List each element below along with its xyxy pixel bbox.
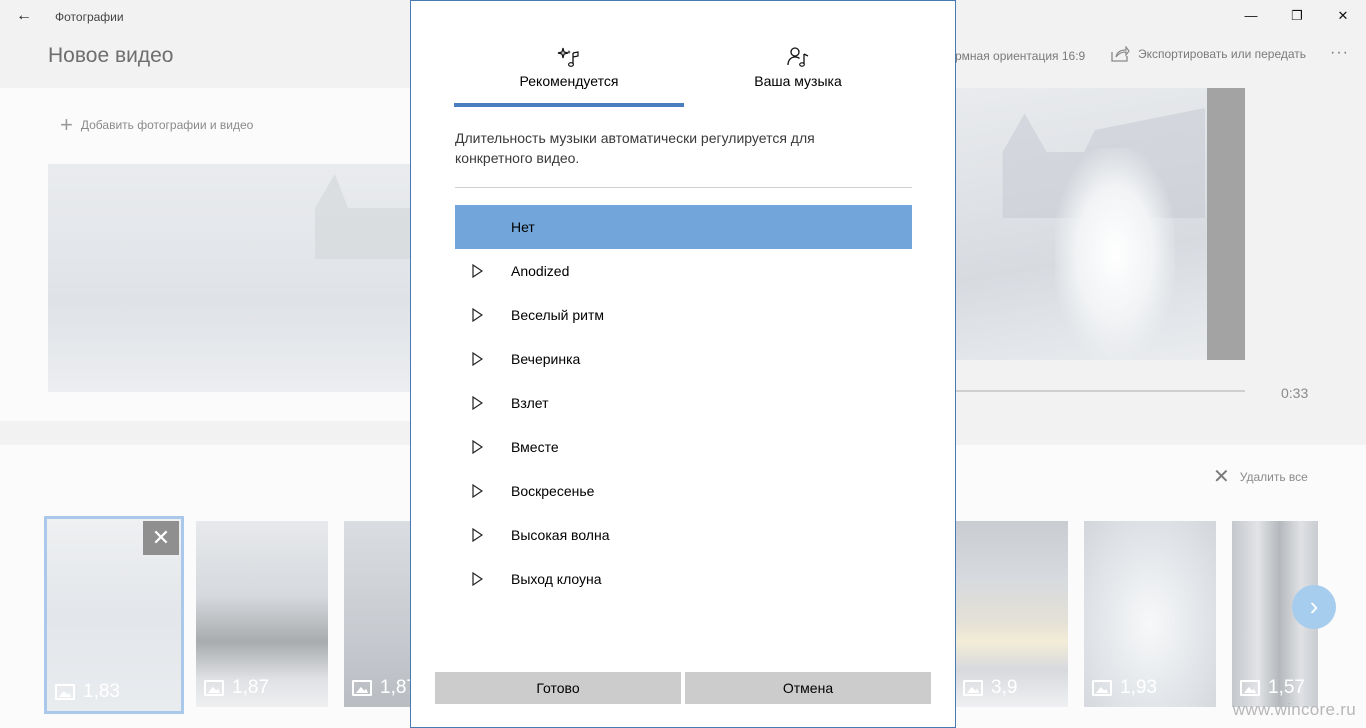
track-name: Вместе xyxy=(511,439,559,455)
minimize-button[interactable]: — xyxy=(1228,0,1274,32)
tab-your-music-label: Ваша музыка xyxy=(754,73,842,89)
storyboard-clip[interactable]: 1,93 xyxy=(1084,521,1216,707)
image-icon xyxy=(55,684,75,700)
close-button[interactable]: ✕ xyxy=(1320,0,1366,32)
storyboard-clip[interactable]: ✕ 1,83 xyxy=(44,516,184,714)
export-button[interactable]: Экспортировать или передать xyxy=(1110,46,1306,62)
track-name: Нет xyxy=(511,219,535,235)
clip-duration: 1,57 xyxy=(1240,677,1305,699)
track-item[interactable]: Взлет xyxy=(455,381,912,425)
track-item[interactable]: Anodized xyxy=(455,249,912,293)
clip-duration-value: 3,9 xyxy=(991,677,1018,698)
image-icon xyxy=(1240,680,1260,696)
clip-duration: 1,87 xyxy=(204,677,269,699)
track-item[interactable]: Вечеринка xyxy=(455,337,912,381)
clip-duration: 1,83 xyxy=(55,681,120,703)
play-icon[interactable] xyxy=(472,572,483,586)
play-icon[interactable] xyxy=(472,440,483,454)
track-name: Вечеринка xyxy=(511,351,581,367)
add-media-button[interactable]: + Добавить фотографии и видео xyxy=(60,112,254,137)
image-icon xyxy=(1092,680,1112,696)
play-icon[interactable] xyxy=(472,396,483,410)
track-item[interactable]: Веселый ритм xyxy=(455,293,912,337)
delete-all-label: Удалить все xyxy=(1239,470,1308,484)
house-silhouette xyxy=(315,174,414,259)
back-button[interactable]: ← xyxy=(8,4,40,28)
track-item[interactable]: Выход клоуна xyxy=(455,557,912,601)
video-preview[interactable] xyxy=(955,88,1245,360)
add-media-label: Добавить фотографии и видео xyxy=(80,118,254,132)
track-name: Выход клоуна xyxy=(511,571,602,587)
clip-duration: 3,9 xyxy=(963,677,1017,699)
clip-duration-value: 1,57 xyxy=(1268,677,1305,698)
app-name: Фотографии xyxy=(55,10,124,24)
clip-duration-value: 1,93 xyxy=(1120,677,1157,698)
scroll-next-button[interactable]: › xyxy=(1292,585,1336,629)
remove-clip-button[interactable]: ✕ xyxy=(143,521,179,555)
image-icon xyxy=(963,680,983,696)
export-label: Экспортировать или передать xyxy=(1138,47,1307,61)
storyboard-clip[interactable]: 1,87 xyxy=(196,521,328,707)
background-music-dialog: Рекомендуется Ваша музыка Длительность м… xyxy=(410,0,956,728)
playback-scrubber[interactable] xyxy=(955,390,1245,392)
image-icon xyxy=(352,680,372,696)
clip-duration: 1,87 xyxy=(352,677,410,699)
image-icon xyxy=(204,680,224,696)
more-options-button[interactable]: ··· xyxy=(1330,44,1349,62)
play-icon[interactable] xyxy=(472,308,483,322)
storyboard-clip[interactable]: 3,9 xyxy=(955,521,1068,707)
clip-duration-value: 1,87 xyxy=(380,677,410,698)
maximize-button[interactable]: ❐ xyxy=(1274,0,1320,32)
clip-duration-value: 1,83 xyxy=(83,681,120,702)
preview-letterbox xyxy=(1207,88,1245,360)
storyboard-clip[interactable]: 1,87 xyxy=(344,521,410,707)
track-item[interactable]: Воскресенье xyxy=(455,469,912,513)
clip-duration: 1,93 xyxy=(1092,677,1157,699)
track-name: Взлет xyxy=(511,395,549,411)
sparkle-music-icon xyxy=(557,47,579,67)
clip-duration-value: 1,87 xyxy=(232,677,269,698)
page-title: Новое видео xyxy=(48,44,174,67)
tab-recommended[interactable]: Рекомендуется xyxy=(454,45,684,105)
divider xyxy=(455,187,912,188)
total-duration: 0:33 xyxy=(1281,385,1309,401)
track-name: Веселый ритм xyxy=(511,307,605,323)
track-name: Anodized xyxy=(511,263,570,279)
frosted-plant xyxy=(1055,148,1175,360)
play-icon[interactable] xyxy=(472,264,483,278)
cancel-button[interactable]: Отмена xyxy=(685,672,931,704)
music-track-list: Нет Anodized Веселый ритм Вечеринка Взле… xyxy=(455,205,912,601)
aspect-ratio-button[interactable]: рмная ориентация 16:9 xyxy=(955,49,1085,63)
delete-all-button[interactable]: ✕ Удалить все xyxy=(1213,466,1308,488)
play-icon[interactable] xyxy=(472,352,483,366)
person-music-icon xyxy=(787,47,809,67)
plus-icon: + xyxy=(60,112,73,137)
dialog-description: Длительность музыки автоматически регули… xyxy=(455,130,815,166)
track-name: Воскресенье xyxy=(511,483,595,499)
share-icon xyxy=(1111,46,1130,62)
track-name: Высокая волна xyxy=(511,527,610,543)
play-icon[interactable] xyxy=(472,484,483,498)
track-item[interactable]: Высокая волна xyxy=(455,513,912,557)
track-item-none[interactable]: Нет xyxy=(455,205,912,249)
tab-your-music[interactable]: Ваша музыка xyxy=(683,45,913,105)
active-tab-indicator xyxy=(454,103,684,107)
play-icon[interactable] xyxy=(472,528,483,542)
watermark: www.wincore.ru xyxy=(1232,700,1356,719)
project-thumbnail[interactable] xyxy=(48,164,414,392)
done-button[interactable]: Готово xyxy=(435,672,681,704)
track-item[interactable]: Вместе xyxy=(455,425,912,469)
close-icon: ✕ xyxy=(1213,466,1230,488)
project-library: + Добавить фотографии и видео xyxy=(0,88,414,421)
tab-recommended-label: Рекомендуется xyxy=(519,73,619,89)
